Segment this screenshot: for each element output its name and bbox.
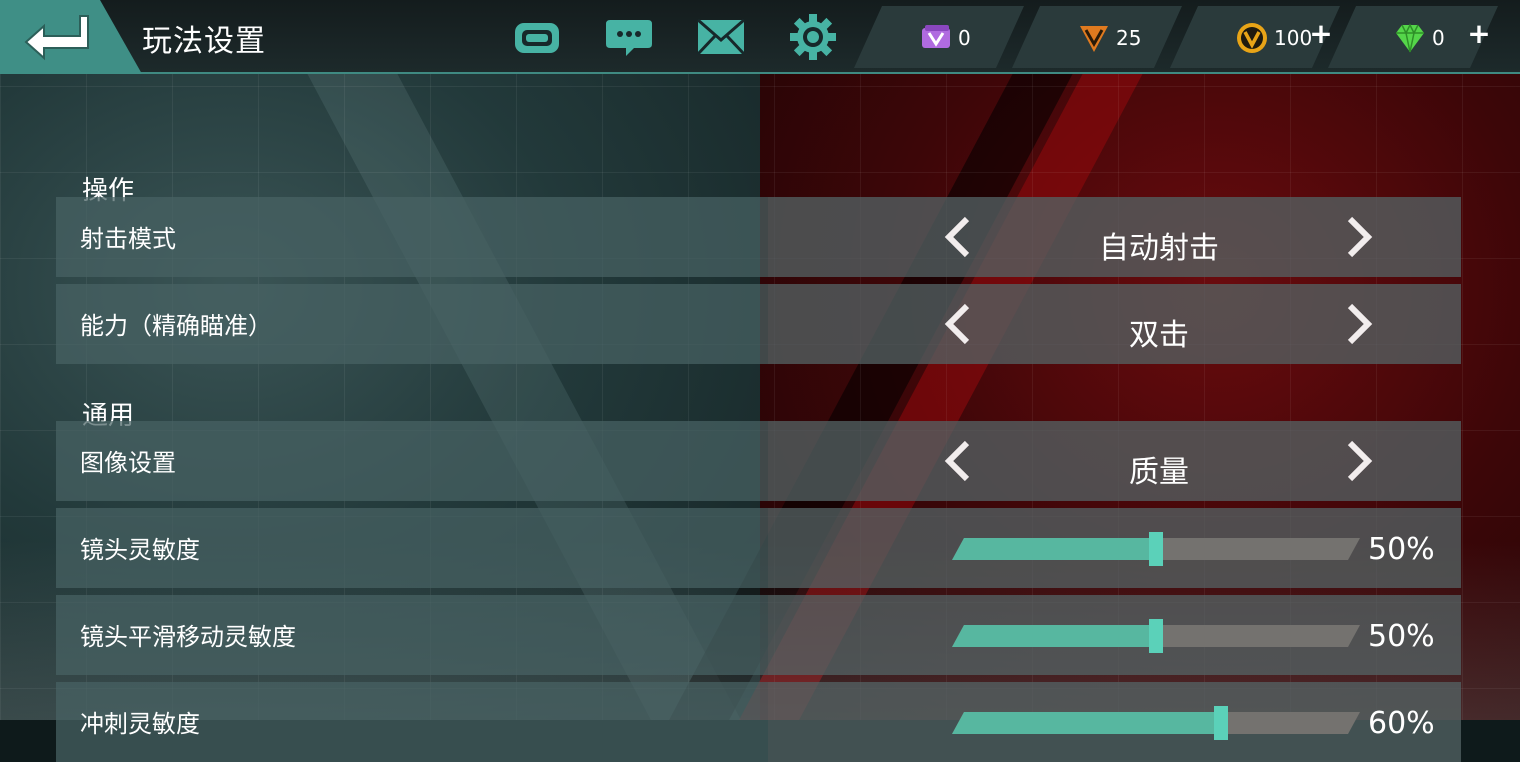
- next-option-button[interactable]: [1338, 439, 1378, 483]
- setting-value: 50%: [1368, 532, 1435, 567]
- setting-row-shooting-mode: 射击模式 自动射击: [56, 197, 1461, 277]
- chevron-right-icon: [1347, 216, 1373, 258]
- mail-icon[interactable]: [696, 12, 746, 62]
- chevron-right-icon: [1347, 440, 1373, 482]
- slider-track: [952, 538, 1360, 560]
- chevron-left-icon: [944, 303, 970, 345]
- previous-option-button[interactable]: [939, 439, 979, 483]
- setting-label: 图像设置: [80, 449, 176, 477]
- v-coin-icon: [1237, 23, 1267, 53]
- sprint-sensitivity-slider[interactable]: [952, 706, 1360, 740]
- slider-thumb[interactable]: [1149, 619, 1163, 653]
- previous-option-button[interactable]: [939, 302, 979, 346]
- setting-row-sprint-sensitivity: 冲刺灵敏度 60%: [56, 682, 1461, 762]
- chevron-right-icon: [1347, 303, 1373, 345]
- camera-sensitivity-slider[interactable]: [952, 532, 1360, 566]
- page-title: 玩法设置: [142, 24, 266, 59]
- back-arrow-icon: [24, 15, 89, 61]
- setting-label: 射击模式: [80, 225, 176, 253]
- back-button[interactable]: [0, 0, 142, 74]
- gamepad-icon[interactable]: [512, 12, 562, 62]
- setting-row-camera-smooth-sensitivity: 镜头平滑移动灵敏度 50%: [56, 595, 1461, 675]
- slider-fill: [952, 625, 1156, 647]
- setting-row-graphics: 图像设置 质量: [56, 421, 1461, 501]
- setting-label: 冲刺灵敏度: [80, 710, 200, 738]
- setting-value: 自动射击: [1099, 231, 1219, 266]
- setting-row-camera-sensitivity: 镜头灵敏度 50%: [56, 508, 1461, 588]
- setting-label: 能力（精确瞄准）: [80, 312, 272, 340]
- setting-value: 双击: [1129, 318, 1189, 353]
- slider-thumb[interactable]: [1214, 706, 1228, 740]
- slider-track: [952, 712, 1360, 734]
- gear-icon[interactable]: [788, 12, 838, 62]
- next-option-button[interactable]: [1338, 302, 1378, 346]
- v-shield-icon: [1080, 26, 1108, 52]
- slider-track: [952, 625, 1360, 647]
- setting-label: 镜头灵敏度: [80, 536, 200, 564]
- gem-icon: [1396, 23, 1424, 53]
- ticket-icon: [922, 25, 950, 48]
- setting-value: 50%: [1368, 619, 1435, 654]
- setting-value: 质量: [1129, 455, 1189, 490]
- gems-count: 0: [1432, 26, 1445, 50]
- chat-icon[interactable]: [604, 12, 654, 62]
- add-gems-button[interactable]: +: [1467, 20, 1491, 48]
- top-bar: 玩法设置 0 25 100 + 0 +: [0, 0, 1520, 74]
- v-points-count: 25: [1116, 26, 1142, 50]
- setting-row-ability: 能力（精确瞄准） 双击: [56, 284, 1461, 364]
- previous-option-button[interactable]: [939, 215, 979, 259]
- chevron-left-icon: [944, 216, 970, 258]
- camera-smooth-sensitivity-slider[interactable]: [952, 619, 1360, 653]
- slider-fill: [952, 538, 1156, 560]
- next-option-button[interactable]: [1338, 215, 1378, 259]
- currency-v-points: 25: [1012, 6, 1182, 68]
- slider-thumb[interactable]: [1149, 532, 1163, 566]
- v-coins-count: 100: [1274, 26, 1313, 50]
- add-v-coins-button[interactable]: +: [1309, 20, 1333, 48]
- setting-label: 镜头平滑移动灵敏度: [80, 623, 296, 651]
- slider-fill: [952, 712, 1221, 734]
- setting-value: 60%: [1368, 706, 1435, 741]
- chevron-left-icon: [944, 440, 970, 482]
- currency-ticket: 0: [854, 6, 1024, 68]
- ticket-count: 0: [958, 26, 971, 50]
